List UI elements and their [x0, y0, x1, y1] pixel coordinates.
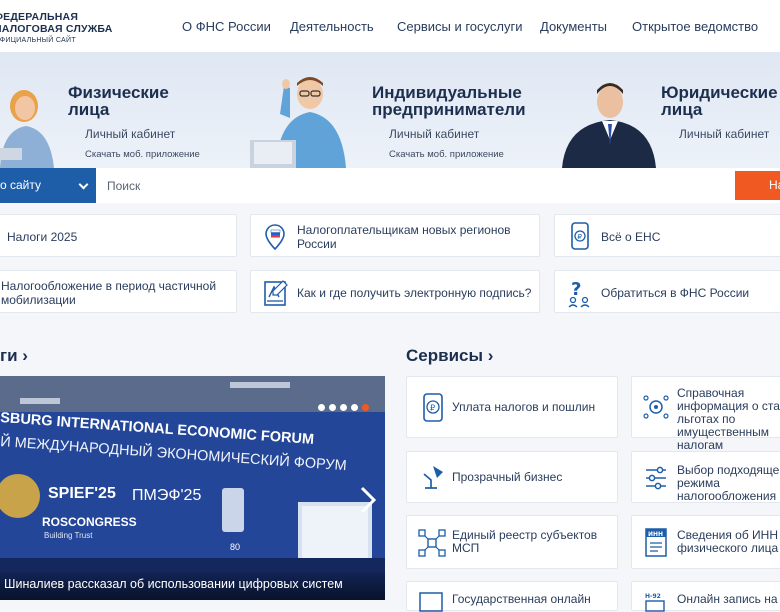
chevron-right-icon[interactable] [358, 486, 378, 514]
ruble-doc-icon: ₽ [423, 393, 443, 422]
service-card-gov-online[interactable]: Государственная онлайн [406, 581, 618, 612]
slider-dot[interactable] [351, 404, 358, 411]
quick-card-contact-fns[interactable]: ? Обратиться в ФНС России [554, 270, 780, 313]
quick-card-label: Налоги 2025 [7, 230, 78, 244]
hero-physical-app-link[interactable]: Скачать моб. приложение [85, 149, 200, 160]
quick-card-ens[interactable]: ₽ Всё о ЕНС [554, 214, 780, 257]
nav-activity[interactable]: Деятельность [290, 19, 374, 34]
lamp-icon [423, 466, 443, 489]
quick-card-new-regions[interactable]: Налогоплательщикам новых регионов России [250, 214, 540, 257]
logo-line-3: ОФИЦИАЛЬНЫЙ САЙТ [0, 37, 76, 44]
chevron-right-icon: › [487, 346, 494, 365]
phone-ruble-icon: ₽ [571, 222, 589, 250]
service-card-label: Справочная информация о ставках и льгота… [677, 386, 780, 452]
service-card-inn-info[interactable]: ИНН Сведения об ИНН физического лица [631, 515, 780, 569]
service-card-msp-registry[interactable]: Единый реестр субъектов МСП [406, 515, 618, 569]
service-card-label: Сведения об ИНН физического лица [677, 528, 779, 555]
news-section-title[interactable]: ги › [0, 346, 28, 366]
search-input[interactable] [97, 168, 734, 203]
slider-dot[interactable] [340, 404, 347, 411]
woman-photo [0, 90, 54, 168]
quick-card-mobilization[interactable]: Налогообложение в период частичной мобил… [0, 270, 237, 313]
site-header: ФЕДЕРАЛЬНАЯ НАЛОГОВАЯ СЛУЖБА ОФИЦИАЛЬНЫЙ… [0, 0, 780, 52]
quick-card-taxes-2025[interactable]: Налоги 2025 [0, 214, 237, 257]
service-card-transparent-business[interactable]: Прозрачный бизнес [406, 451, 618, 503]
hero-ip-cabinet-link[interactable]: Личный кабинет [389, 127, 479, 141]
quick-card-e-signature[interactable]: Как и где получить электронную подпись? [250, 270, 540, 313]
banner-building-trust-text: Building Trust [44, 531, 93, 540]
svg-text:ИНН: ИНН [648, 531, 663, 538]
nav-services[interactable]: Сервисы и госуслуги [397, 19, 522, 34]
map-pin-flag-icon [265, 224, 285, 251]
nav-about[interactable]: О ФНС России [182, 19, 271, 34]
slider-dots [318, 398, 373, 416]
search-bar: о сайту На [0, 168, 780, 203]
quick-card-label: Налогообложение в период частичной мобил… [1, 279, 217, 307]
slider-dot[interactable] [318, 404, 325, 411]
hero-banner: Физические лица Личный кабинет Скачать м… [0, 52, 780, 168]
search-button[interactable]: На [735, 171, 780, 200]
service-card-tax-payment[interactable]: ₽ Уплата налогов и пошлин [406, 376, 618, 438]
svg-text:80: 80 [230, 542, 240, 552]
hero-physical-title-1[interactable]: Физические [68, 84, 169, 101]
search-scope-label: о сайту [0, 178, 42, 192]
quick-card-label: Налогоплательщикам новых регионов России [297, 223, 511, 251]
slider-dot[interactable] [362, 404, 369, 411]
hero-legal-title-1[interactable]: Юридические [661, 84, 778, 101]
chevron-right-icon: › [22, 346, 28, 365]
banner-pmef-text: ПМЭФ'25 [132, 487, 201, 504]
question-people-icon: ? [568, 279, 590, 308]
services-section-title[interactable]: Сервисы › [406, 346, 493, 366]
service-card-tax-regime[interactable]: Выбор подходящего режима налогообложения [631, 451, 780, 503]
quick-card-label: Как и где получить электронную подпись? [297, 286, 532, 300]
service-card-label: Единый реестр субъектов МСП [452, 528, 598, 555]
entrepreneur-photo [250, 77, 346, 168]
quick-card-label: Обратиться в ФНС России [601, 286, 750, 300]
signature-icon [264, 280, 288, 306]
quick-card-label: Всё о ЕНС [601, 230, 661, 244]
network-icon [418, 529, 446, 557]
service-card-label: Выбор подходящего режима налогообложения [677, 463, 780, 503]
slider-dot[interactable] [329, 404, 336, 411]
hero-physical-cabinet-link[interactable]: Личный кабинет [85, 127, 175, 141]
hero-physical-title-2[interactable]: лица [68, 101, 109, 118]
service-card-property-tax-info[interactable]: Справочная информация о ставках и льгота… [631, 376, 780, 452]
logo-line-2: НАЛОГОВАЯ СЛУЖБА [0, 23, 113, 35]
svg-text:?: ? [571, 279, 581, 300]
svg-text:₽: ₽ [430, 404, 435, 413]
sliders-icon [646, 466, 666, 490]
service-card-label: Уплата налогов и пошлин [452, 400, 596, 414]
chevron-down-icon [78, 179, 89, 190]
form-icon: Н-92 [645, 593, 665, 612]
svg-text:₽: ₽ [578, 233, 583, 241]
hero-ip-title-1[interactable]: Индивидуальные [372, 84, 522, 101]
gear-network-icon [643, 395, 669, 419]
hero-ip-app-link[interactable]: Скачать моб. приложение [389, 149, 504, 160]
services-section-label: Сервисы [406, 346, 483, 365]
msp-icon [419, 592, 443, 612]
logo-line-1: ФЕДЕРАЛЬНАЯ [0, 11, 79, 23]
service-card-online-appointment[interactable]: Н-92 Онлайн запись на [631, 581, 780, 612]
banner-spief-text: SPIEF'25 [48, 485, 116, 502]
banner-roscongress-text: ROSCONGRESS [42, 515, 137, 529]
news-section-label: ги [0, 346, 18, 365]
site-logo[interactable]: ФЕДЕРАЛЬНАЯ НАЛОГОВАЯ СЛУЖБА ОФИЦИАЛЬНЫЙ… [0, 11, 113, 47]
hero-ip-title-2[interactable]: предприниматели [372, 101, 526, 118]
svg-text:Н-92: Н-92 [645, 593, 661, 600]
legal-entity-photo [562, 83, 656, 168]
search-scope-select[interactable]: о сайту [0, 168, 96, 203]
nav-open-agency[interactable]: Открытое ведомство [632, 19, 758, 34]
news-slider[interactable]: SBURG INTERNATIONAL ECONOMIC FORUM Й МЕЖ… [0, 376, 385, 600]
service-card-label: Прозрачный бизнес [452, 470, 563, 484]
hero-legal-cabinet-link[interactable]: Личный кабинет [679, 127, 769, 141]
hero-legal-title-2[interactable]: лица [661, 101, 702, 118]
inn-icon: ИНН [645, 528, 667, 557]
nav-documents[interactable]: Документы [540, 19, 607, 34]
news-caption[interactable]: Шиналиев рассказал об использовании цифр… [0, 572, 385, 600]
